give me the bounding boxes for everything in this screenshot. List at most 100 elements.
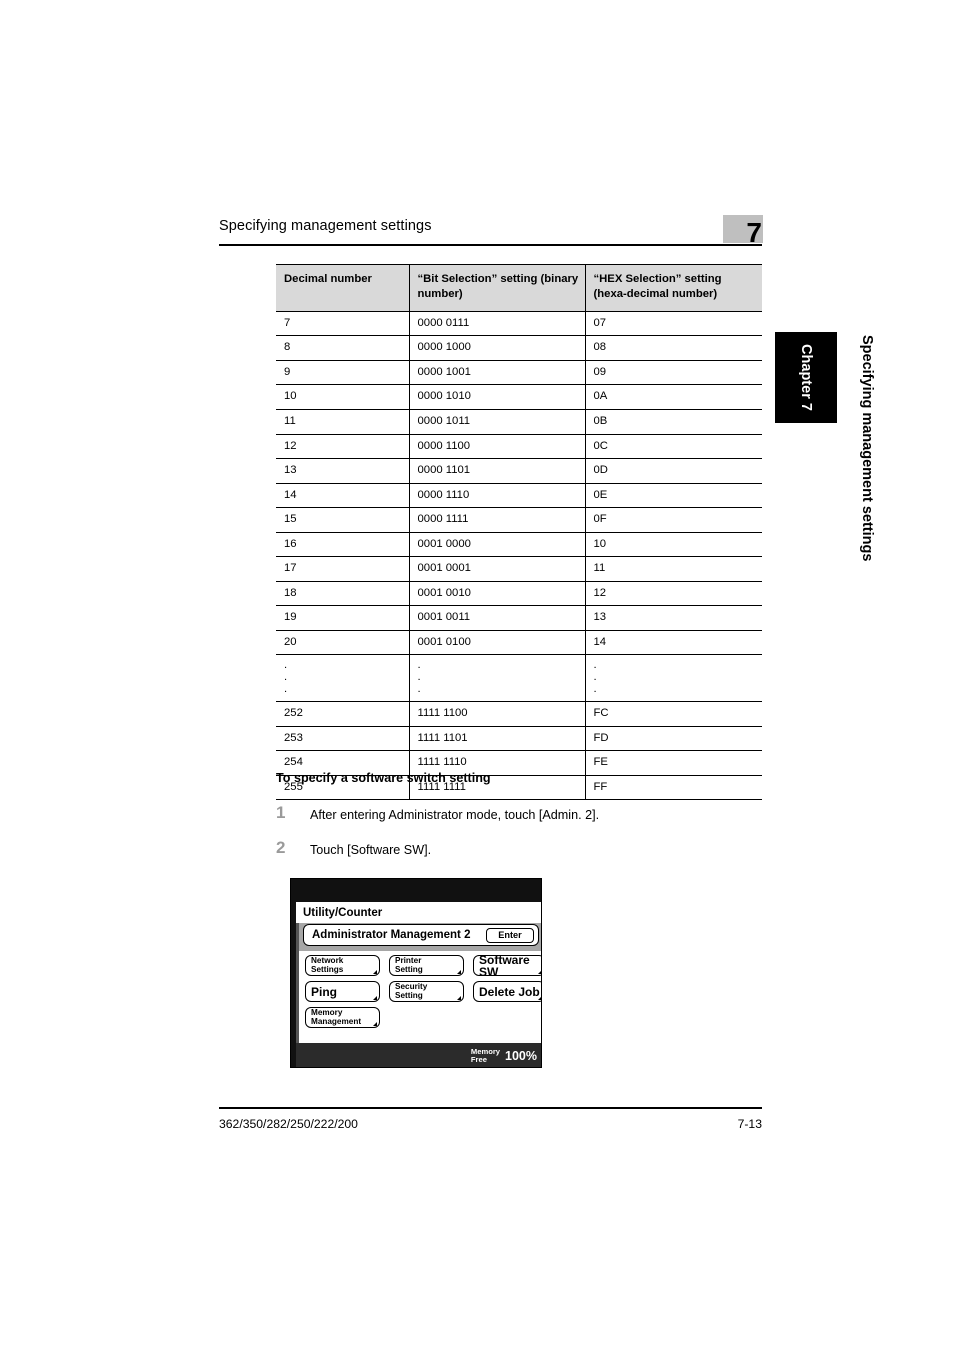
table-cell: 0A	[584, 384, 762, 410]
table-cell: 14	[276, 483, 409, 509]
page-header: Specifying management settings	[219, 218, 762, 252]
chapter-tab: Chapter 7	[775, 332, 837, 423]
ping-button[interactable]: Ping	[305, 981, 380, 1002]
table-header-row: Decimal number “Bit Selection” setting (…	[276, 264, 762, 312]
procedure-step-1: 1 After entering Administrator mode, tou…	[276, 803, 762, 828]
table-cell: 0B	[584, 409, 762, 435]
table-row: 14 0000 1110 0E	[276, 483, 762, 509]
lcd-button-grid: Network Settings Printer Setting Softwar…	[305, 955, 541, 1039]
table-cell: 14	[584, 630, 762, 656]
table-cell-ellipsis: ...	[584, 654, 762, 703]
table-cell: 13	[276, 458, 409, 484]
table-cell: 0000 1001	[408, 360, 585, 386]
table-cell: 20	[276, 630, 409, 656]
step-number: 1	[276, 803, 286, 822]
button-label: Security Setting	[395, 982, 428, 1000]
table-cell-ellipsis: ...	[408, 654, 585, 703]
column-header-bit-selection: “Bit Selection” setting (binary number)	[408, 264, 585, 312]
page-title: Specifying management settings	[219, 218, 432, 234]
button-label: Printer Setting	[395, 956, 423, 974]
table-cell: 09	[584, 360, 762, 386]
enter-button[interactable]: Enter	[486, 927, 534, 943]
procedure-step-2: 2 Touch [Software SW].	[276, 838, 762, 863]
table-cell: FF	[584, 775, 762, 801]
button-label: Delete Job	[479, 984, 540, 999]
table-cell: 18	[276, 581, 409, 607]
table-cell-ellipsis: ...	[276, 654, 409, 703]
table-cell: 0D	[584, 458, 762, 484]
table-cell: 16	[276, 532, 409, 558]
table-cell: 7	[276, 311, 409, 337]
table-cell: 19	[276, 605, 409, 631]
table-cell: 0001 0000	[408, 532, 585, 558]
table-cell: 12	[276, 434, 409, 460]
table-row: 17 0001 0001 11	[276, 556, 762, 582]
delete-job-button[interactable]: Delete Job	[473, 981, 541, 1002]
chapter-number-marker: 7	[723, 215, 763, 247]
lcd-section-header: Administrator Management 2 Enter	[303, 924, 539, 946]
table-cell: 1111 1101	[408, 726, 585, 752]
submenu-corner-icon	[373, 1022, 377, 1026]
software-sw-button[interactable]: Software SW	[473, 955, 541, 976]
table-row: 8 0000 1000 08	[276, 335, 762, 361]
table-cell: 07	[584, 311, 762, 337]
table-cell: 0000 1101	[408, 458, 585, 484]
table-cell: 0001 0010	[408, 581, 585, 607]
procedure-heading: To specify a software switch setting	[276, 771, 491, 785]
security-setting-button[interactable]: Security Setting	[389, 981, 464, 1002]
header-divider	[219, 244, 762, 246]
table-cell: 13	[584, 605, 762, 631]
table-cell: 8	[276, 335, 409, 361]
column-header-hex-selection: “HEX Selection” setting (hexa-decimal nu…	[584, 264, 762, 312]
table-cell: 253	[276, 726, 409, 752]
step-text: After entering Administrator mode, touch…	[310, 808, 600, 822]
submenu-corner-icon	[373, 970, 377, 974]
table-row: 7 0000 0111 07	[276, 311, 762, 337]
table-cell: 08	[584, 335, 762, 361]
submenu-corner-icon	[457, 996, 461, 1000]
table-cell: 0E	[584, 483, 762, 509]
decimal-binary-hex-table: Decimal number “Bit Selection” setting (…	[276, 264, 762, 801]
table-cell: 0001 0011	[408, 605, 585, 631]
lcd-body: Administrator Management 2 Enter Network…	[296, 923, 541, 1043]
table-cell: 10	[276, 384, 409, 410]
step-text: Touch [Software SW].	[310, 843, 432, 857]
table-row: 9 0000 1001 09	[276, 360, 762, 386]
table-row: 253 1111 1101 FD	[276, 726, 762, 752]
side-caption: Specifying management settings	[859, 335, 875, 562]
network-settings-button[interactable]: Network Settings	[305, 955, 380, 976]
table-cell: 17	[276, 556, 409, 582]
table-row: 15 0000 1111 0F	[276, 507, 762, 533]
table-cell: 252	[276, 701, 409, 727]
table-row: 13 0000 1101 0D	[276, 458, 762, 484]
table-cell: 0000 1000	[408, 335, 585, 361]
table-row: 16 0001 0000 10	[276, 532, 762, 558]
column-header-decimal: Decimal number	[276, 264, 409, 312]
printer-setting-button[interactable]: Printer Setting	[389, 955, 464, 976]
table-cell: 0001 0001	[408, 556, 585, 582]
table-cell: 11	[584, 556, 762, 582]
table-cell: FE	[584, 750, 762, 776]
footer-page-number: 7-13	[737, 1117, 762, 1131]
lcd-status-bar: Memory Free 100%	[296, 1043, 541, 1067]
table-cell: 0000 1111	[408, 507, 585, 533]
button-label: Software SW	[479, 955, 530, 976]
table-cell: 0000 1110	[408, 483, 585, 509]
memory-free-label: Memory Free	[470, 1046, 501, 1064]
table-cell: 11	[276, 409, 409, 435]
table-cell: 0000 1011	[408, 409, 585, 435]
table-cell: FD	[584, 726, 762, 752]
table-cell: FC	[584, 701, 762, 727]
table-cell: 15	[276, 507, 409, 533]
table-cell: 12	[584, 581, 762, 607]
table-cell: 0000 1100	[408, 434, 585, 460]
table-cell: 0F	[584, 507, 762, 533]
lcd-title: Utility/Counter	[303, 906, 383, 919]
memory-management-button[interactable]: Memory Management	[305, 1007, 380, 1028]
memory-free-value: 100%	[505, 1048, 537, 1063]
step-number: 2	[276, 838, 286, 857]
submenu-corner-icon	[538, 996, 541, 1000]
button-label: Network Settings	[311, 956, 344, 974]
table-cell: 10	[584, 532, 762, 558]
submenu-corner-icon	[373, 996, 377, 1000]
